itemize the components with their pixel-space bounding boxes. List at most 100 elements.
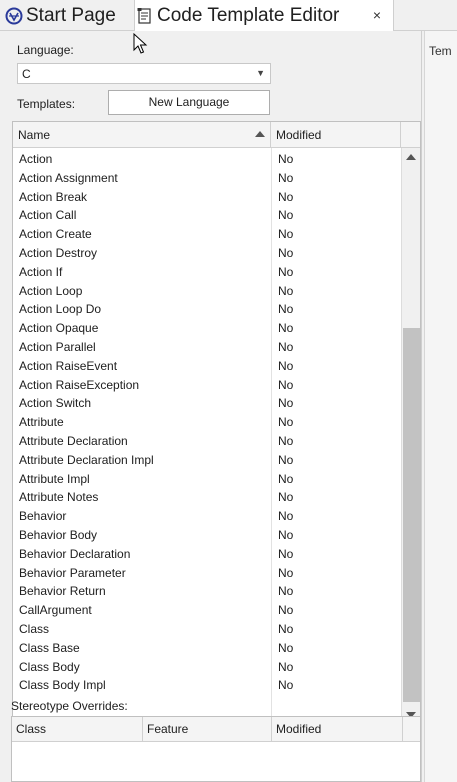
template-modified-cell: No bbox=[278, 603, 294, 618]
template-modified-cell: No bbox=[278, 358, 294, 373]
template-name-cell: Action Opaque bbox=[19, 321, 99, 336]
template-name-cell: Action Loop bbox=[19, 283, 83, 298]
table-row[interactable]: Action If No bbox=[13, 263, 401, 282]
stereotype-overrides-header: Class Feature Modified bbox=[12, 717, 420, 742]
language-select[interactable]: C ▼ bbox=[17, 63, 271, 84]
stereotype-overrides-label: Stereotype Overrides: bbox=[11, 699, 128, 713]
table-row[interactable]: Action Create No bbox=[13, 225, 401, 244]
template-modified-cell: No bbox=[278, 396, 294, 411]
templates-label: Templates: bbox=[17, 97, 76, 111]
template-name-cell: CallArgument bbox=[19, 603, 92, 618]
table-row[interactable]: Action Loop No bbox=[13, 282, 401, 301]
table-row[interactable]: Action Destroy No bbox=[13, 244, 401, 263]
column-header-name-label: Name bbox=[18, 128, 51, 142]
close-icon[interactable]: × bbox=[369, 6, 385, 24]
table-row[interactable]: Attribute Declaration No bbox=[13, 432, 401, 451]
template-name-cell: Class Body bbox=[19, 659, 80, 674]
table-row[interactable]: Action Break No bbox=[13, 188, 401, 207]
template-modified-cell: No bbox=[278, 227, 294, 242]
template-name-cell: Action bbox=[19, 152, 53, 166]
table-row[interactable]: Class Base No bbox=[13, 639, 401, 658]
template-name-cell: Action Break bbox=[19, 189, 88, 204]
table-row[interactable]: Behavior Declaration No bbox=[13, 545, 401, 564]
template-modified-cell: No bbox=[278, 509, 294, 524]
template-modified-cell: No bbox=[278, 565, 294, 580]
template-modified-cell: No bbox=[278, 415, 294, 430]
template-modified-cell: No bbox=[278, 377, 294, 392]
new-language-button[interactable]: New Language bbox=[108, 90, 270, 115]
table-row[interactable]: Action Switch No bbox=[13, 394, 401, 413]
tab-code-template-editor-label: Code Template Editor bbox=[157, 5, 340, 26]
template-name-cell: Class bbox=[19, 621, 50, 636]
table-row[interactable]: Action Opaque No bbox=[13, 319, 401, 338]
column-header-override-modified[interactable]: Modified bbox=[272, 717, 403, 742]
template-name-cell: Action Destroy bbox=[19, 245, 98, 260]
table-row[interactable]: Action Call No bbox=[13, 206, 401, 225]
globe-icon bbox=[4, 6, 24, 26]
table-row[interactable]: Behavior No bbox=[13, 507, 401, 526]
table-row[interactable]: Action Loop Do No bbox=[13, 300, 401, 319]
template-modified-cell: No bbox=[278, 452, 294, 467]
template-modified-cell: No bbox=[278, 621, 294, 636]
column-header-feature[interactable]: Feature bbox=[143, 717, 272, 742]
tab-start-page[interactable]: Start Page bbox=[4, 0, 131, 31]
template-modified-cell: No bbox=[278, 302, 294, 317]
template-modified-cell: No bbox=[278, 640, 294, 655]
templates-list: Action No Action Assignment No Action Break N… bbox=[13, 150, 401, 695]
scroll-up-button[interactable] bbox=[402, 148, 420, 166]
templates-grid-header: Name Modified bbox=[13, 122, 420, 148]
template-name-cell: Attribute bbox=[19, 415, 64, 430]
table-row[interactable]: Action No bbox=[13, 150, 401, 169]
template-name-cell: Behavior bbox=[19, 509, 67, 524]
template-modified-cell: No bbox=[278, 245, 294, 260]
mouse-cursor-icon bbox=[133, 33, 148, 54]
table-row[interactable]: Class Body No bbox=[13, 658, 401, 677]
template-modified-cell: No bbox=[278, 471, 294, 486]
table-row[interactable]: Attribute Notes No bbox=[13, 488, 401, 507]
table-row[interactable]: Behavior Body No bbox=[13, 526, 401, 545]
template-name-cell: Action Loop Do bbox=[19, 302, 102, 317]
template-modified-cell: No bbox=[278, 152, 294, 166]
sort-ascending-icon bbox=[255, 131, 265, 137]
template-panel-label: Tem bbox=[429, 44, 452, 58]
table-row[interactable]: Attribute No bbox=[13, 413, 401, 432]
document-icon bbox=[135, 6, 155, 26]
table-row[interactable]: Class Body Impl No bbox=[13, 676, 401, 695]
column-header-class[interactable]: Class bbox=[12, 717, 143, 742]
template-modified-cell: No bbox=[278, 659, 294, 674]
table-row[interactable]: CallArgument No bbox=[13, 601, 401, 620]
chevron-down-icon[interactable]: ▼ bbox=[256, 68, 265, 78]
template-modified-cell: No bbox=[278, 264, 294, 279]
template-name-cell: Action Call bbox=[19, 208, 77, 223]
template-modified-cell: No bbox=[278, 189, 294, 204]
template-modified-cell: No bbox=[278, 339, 294, 354]
language-label: Language: bbox=[17, 43, 74, 57]
template-name-cell: Attribute Impl bbox=[19, 471, 90, 486]
template-modified-cell: No bbox=[278, 546, 294, 561]
scroll-thumb[interactable] bbox=[403, 328, 420, 702]
table-row[interactable]: Attribute Impl No bbox=[13, 470, 401, 489]
table-row[interactable]: Behavior Return No bbox=[13, 582, 401, 601]
template-name-cell: Attribute Notes bbox=[19, 490, 99, 505]
table-row[interactable]: Action RaiseEvent No bbox=[13, 357, 401, 376]
template-name-cell: Behavior Body bbox=[19, 527, 98, 542]
table-row[interactable]: Attribute Declaration Impl No bbox=[13, 451, 401, 470]
column-header-modified[interactable]: Modified bbox=[271, 122, 401, 148]
table-row[interactable]: Action RaiseException No bbox=[13, 376, 401, 395]
template-modified-cell: No bbox=[278, 208, 294, 223]
template-name-cell: Action Parallel bbox=[19, 339, 96, 354]
tab-code-template-editor[interactable]: Code Template Editor × bbox=[134, 0, 394, 32]
table-row[interactable]: Behavior Parameter No bbox=[13, 564, 401, 583]
template-name-cell: Behavior Parameter bbox=[19, 565, 126, 580]
document-tab-strip: Start Page Code Template Editor × bbox=[0, 0, 457, 32]
table-row[interactable]: Class No bbox=[13, 620, 401, 639]
table-row[interactable]: Action Assignment No bbox=[13, 169, 401, 188]
language-select-value: C bbox=[22, 67, 31, 81]
template-name-cell: Attribute Declaration bbox=[19, 433, 128, 448]
template-modified-cell: No bbox=[278, 170, 294, 185]
template-modified-cell: No bbox=[278, 490, 294, 505]
column-header-name[interactable]: Name bbox=[13, 122, 271, 148]
template-modified-cell: No bbox=[278, 321, 294, 336]
table-row[interactable]: Action Parallel No bbox=[13, 338, 401, 357]
templates-scrollbar[interactable] bbox=[401, 148, 420, 724]
